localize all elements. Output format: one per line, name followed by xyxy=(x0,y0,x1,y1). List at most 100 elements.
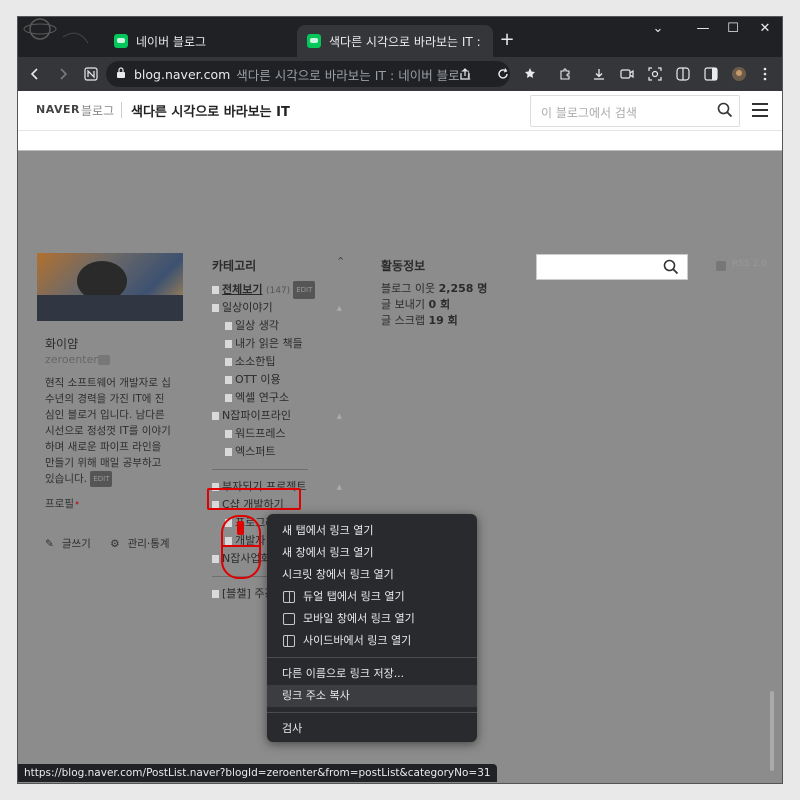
expand-toggle-icon[interactable]: ▲ xyxy=(337,478,342,496)
rss-icon[interactable] xyxy=(716,261,726,271)
video-icon[interactable] xyxy=(616,63,638,85)
split-view-icon[interactable] xyxy=(672,63,694,85)
tab-strip: 네이버 블로그 색다른 시각으로 바라보는 IT : 네 + ⌄ — ☐ ✕ xyxy=(18,17,782,57)
context-menu-item[interactable]: 새 탭에서 링크 열기 xyxy=(267,520,477,542)
manage-stats-link[interactable]: ⚙ 관리·통계 xyxy=(110,538,177,550)
rss-label[interactable]: RSS 2.0 xyxy=(732,259,767,269)
back-icon[interactable] xyxy=(24,63,46,85)
new-tab-button[interactable]: + xyxy=(497,29,517,50)
capture-icon[interactable] xyxy=(644,63,666,85)
category-bullet-icon xyxy=(225,358,232,366)
collapse-caret-icon[interactable]: ⌃ xyxy=(336,255,345,268)
context-menu-item[interactable]: 사이드바에서 링크 열기 xyxy=(267,630,477,652)
blog-search-input[interactable]: 이 블로그에서 검색 xyxy=(530,95,740,127)
category-label: 내가 읽은 책들 xyxy=(235,337,303,350)
edit-pencil-icon[interactable] xyxy=(98,355,110,365)
minimize-button[interactable]: — xyxy=(689,21,717,36)
context-menu-separator xyxy=(267,657,477,658)
context-menu: 새 탭에서 링크 열기새 창에서 링크 열기시크릿 창에서 링크 열기 듀얼 탭에… xyxy=(267,514,477,742)
context-menu-label: 모바일 창에서 링크 열기 xyxy=(303,612,415,625)
edit-badge[interactable]: EDIT xyxy=(90,471,113,487)
context-menu-item[interactable]: 모바일 창에서 링크 열기 xyxy=(267,608,477,630)
menu-icon[interactable] xyxy=(752,103,768,117)
more-menu-icon[interactable] xyxy=(754,63,776,85)
neighbors-label: 블로그 이웃 xyxy=(381,282,436,295)
category-label: N잡파이프라인 xyxy=(222,409,291,422)
category-label: 엑셀 연구소 xyxy=(235,391,290,404)
context-menu-label: 검사 xyxy=(282,722,303,735)
naver-home-icon[interactable] xyxy=(80,63,102,85)
url-host: blog.naver.com xyxy=(134,66,231,82)
expand-toggle-icon[interactable]: ▲ xyxy=(337,407,342,425)
neighbors-stat[interactable]: 블로그 이웃 2,258 명 xyxy=(381,281,487,297)
context-menu-item[interactable]: 시크릿 창에서 링크 열기 xyxy=(267,564,477,586)
context-menu-label: 새 창에서 링크 열기 xyxy=(282,546,374,559)
category-item[interactable]: 엑셀 연구소 xyxy=(212,389,342,407)
naver-logo[interactable]: NAVER xyxy=(36,103,80,116)
sent-stat: 글 보내기 0 회 xyxy=(381,297,487,313)
mobile-window-icon xyxy=(283,613,295,625)
category-item[interactable]: 워드프레스 xyxy=(212,425,342,443)
category-item[interactable]: 일상이야기 ▲ xyxy=(212,299,342,317)
context-menu-item[interactable]: 검사 xyxy=(267,718,477,740)
profile-avatar-icon[interactable] xyxy=(728,63,750,85)
share-icon[interactable] xyxy=(454,63,476,85)
blog-logo-text[interactable]: 블로그 xyxy=(81,102,114,119)
search-icon[interactable] xyxy=(663,259,679,275)
page-scrollbar[interactable] xyxy=(770,691,774,771)
write-label: 글쓰기 xyxy=(61,538,91,550)
sidebar-search-input[interactable] xyxy=(536,254,688,280)
url-page-title: 색다른 시각으로 바라보는 IT : 네이버 블로그 xyxy=(236,67,472,83)
scrap-value: 19 회 xyxy=(428,314,458,327)
category-item[interactable]: 일상 생각 xyxy=(212,317,342,335)
browser-toolbar: blog.naver.com 색다른 시각으로 바라보는 IT : 네이버 블로… xyxy=(18,57,782,91)
context-menu-separator xyxy=(267,712,477,713)
context-menu-item[interactable]: 다른 이름으로 링크 저장... xyxy=(267,663,477,685)
category-bullet-icon xyxy=(212,304,219,312)
profile-link-label: 프로필 xyxy=(45,498,74,510)
profile-image[interactable] xyxy=(37,253,183,321)
profile-link[interactable]: 프로필• xyxy=(45,496,80,511)
category-bullet-icon xyxy=(225,394,232,402)
write-post-link[interactable]: ✎ 글쓰기 xyxy=(45,538,99,550)
category-label: 소소한팁 xyxy=(235,355,276,368)
search-icon[interactable] xyxy=(717,102,733,118)
extensions-icon[interactable] xyxy=(554,63,576,85)
sidebar-icon xyxy=(283,635,295,647)
reload-icon[interactable] xyxy=(492,63,514,85)
download-icon[interactable] xyxy=(588,63,610,85)
edit-badge[interactable]: EDIT xyxy=(293,281,316,299)
blog-title[interactable]: 색다른 시각으로 바라보는 IT xyxy=(131,101,290,120)
context-menu-item[interactable]: 새 창에서 링크 열기 xyxy=(267,542,477,564)
tab-naver-blog[interactable]: 네이버 블로그 xyxy=(104,25,284,57)
neighbors-value: 2,258 명 xyxy=(438,282,488,295)
category-bullet-icon xyxy=(225,340,232,348)
category-item[interactable]: OTT 이용 xyxy=(212,371,342,389)
tab-search-button[interactable]: ⌄ xyxy=(644,21,672,36)
category-item[interactable]: 소소한팁 xyxy=(212,353,342,371)
category-heading: 카테고리 xyxy=(212,259,257,273)
context-menu-label: 다른 이름으로 링크 저장... xyxy=(282,667,405,680)
category-item[interactable]: 전체보기 (147) EDIT xyxy=(212,281,342,299)
bookmark-star-icon[interactable] xyxy=(520,63,542,85)
category-bullet-icon xyxy=(225,448,232,456)
expand-toggle-icon[interactable]: ▲ xyxy=(337,299,342,317)
tab-title: 색다른 시각으로 바라보는 IT : 네 xyxy=(329,34,483,49)
profile-actions: ✎ 글쓰기 ⚙ 관리·통계 xyxy=(45,536,186,551)
new-dot-icon: • xyxy=(73,498,81,510)
category-label: OTT 이용 xyxy=(235,373,281,386)
tab-active-blog[interactable]: 색다른 시각으로 바라보는 IT : 네 xyxy=(297,25,493,57)
naver-blog-favicon-icon xyxy=(307,34,321,48)
address-bar[interactable]: blog.naver.com 색다른 시각으로 바라보는 IT : 네이버 블로… xyxy=(106,61,510,87)
context-menu-item[interactable]: 링크 주소 복사 xyxy=(267,685,477,707)
sidebar-toggle-icon[interactable] xyxy=(700,63,722,85)
category-item[interactable]: N잡파이프라인 ▲ xyxy=(212,407,342,425)
category-item[interactable]: 엑스퍼트 xyxy=(212,443,342,461)
blog-header: NAVER 블로그 색다른 시각으로 바라보는 IT 이 블로그에서 검색 xyxy=(18,91,782,131)
close-button[interactable]: ✕ xyxy=(751,21,779,36)
category-item[interactable]: 내가 읽은 책들 xyxy=(212,335,342,353)
forward-icon[interactable] xyxy=(52,63,74,85)
maximize-button[interactable]: ☐ xyxy=(719,21,747,36)
context-menu-item[interactable]: 듀얼 탭에서 링크 열기 xyxy=(267,586,477,608)
mouse-annotation-line xyxy=(223,545,259,547)
